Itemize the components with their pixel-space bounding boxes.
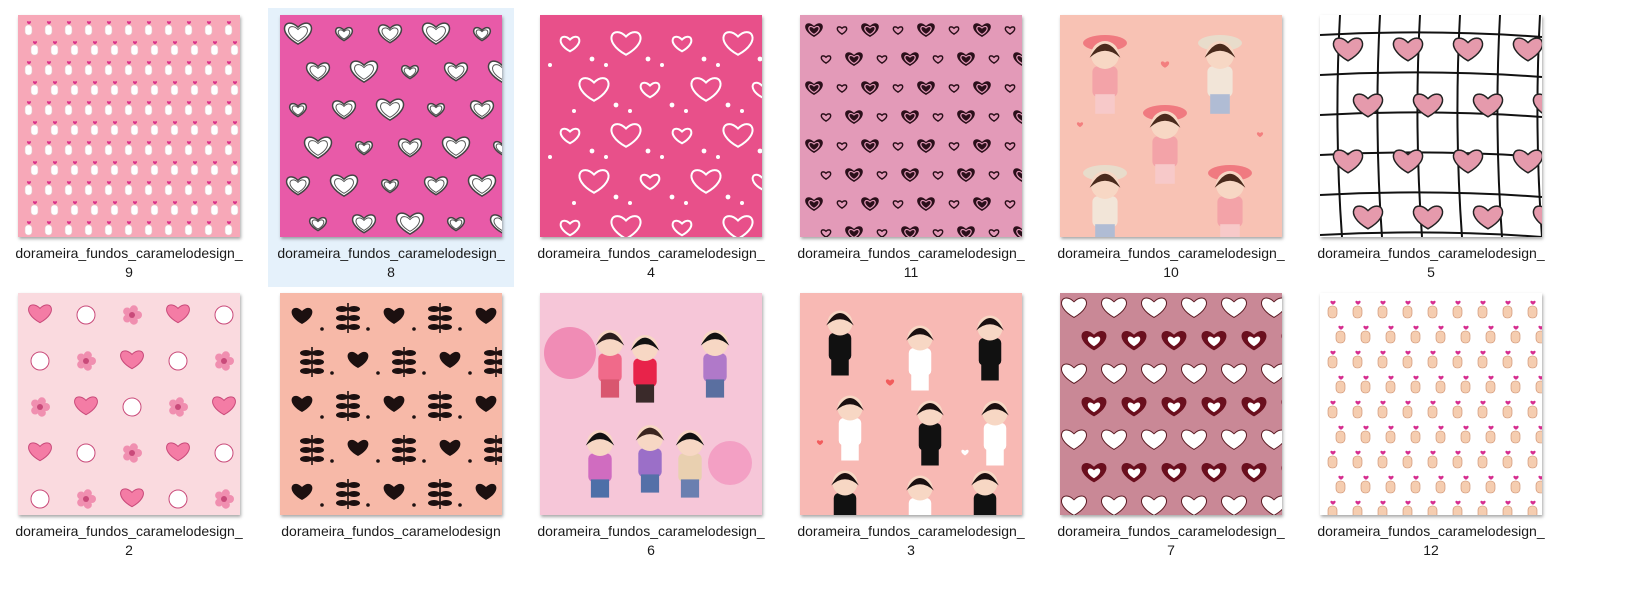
thumbnail-pattern xyxy=(800,15,1022,237)
file-item[interactable]: dorameira_fundos_caramelodesign_ 5 xyxy=(1308,8,1554,287)
image-thumbnail[interactable] xyxy=(280,293,502,515)
thumbnail-pattern xyxy=(1320,15,1542,237)
thumbnail-pattern xyxy=(18,15,240,237)
file-name[interactable]: dorameira_fundos_caramelodesign xyxy=(268,522,514,541)
thumbnail-pattern xyxy=(280,15,502,237)
image-thumbnail[interactable] xyxy=(1320,15,1542,237)
file-name[interactable]: dorameira_fundos_caramelodesign_ 11 xyxy=(788,244,1034,282)
image-thumbnail[interactable] xyxy=(18,15,240,237)
file-name[interactable]: dorameira_fundos_caramelodesign_ 10 xyxy=(1048,244,1294,282)
file-item[interactable]: dorameira_fundos_caramelodesign_ 6 xyxy=(528,286,774,565)
image-thumbnail[interactable] xyxy=(800,15,1022,237)
image-thumbnail[interactable] xyxy=(540,15,762,237)
file-item[interactable]: dorameira_fundos_caramelodesign_ 7 xyxy=(1048,286,1294,565)
thumbnail-pattern xyxy=(18,293,240,515)
image-thumbnail[interactable] xyxy=(540,293,762,515)
thumbnail-pattern xyxy=(1060,15,1282,237)
thumbnail-pattern xyxy=(800,293,1022,515)
image-thumbnail[interactable] xyxy=(1320,293,1542,515)
file-item[interactable]: dorameira_fundos_caramelodesign_ 4 xyxy=(528,8,774,287)
file-name[interactable]: dorameira_fundos_caramelodesign_ 7 xyxy=(1048,522,1294,560)
file-grid: dorameira_fundos_caramelodesign_ 9 dorame… xyxy=(0,0,1627,607)
file-item[interactable]: dorameira_fundos_caramelodesign xyxy=(268,286,514,565)
thumbnail-pattern xyxy=(540,293,762,515)
thumbnail-pattern xyxy=(1320,293,1542,515)
file-item[interactable]: dorameira_fundos_caramelodesign_ 8 xyxy=(268,8,514,287)
image-thumbnail[interactable] xyxy=(280,15,502,237)
file-item[interactable]: dorameira_fundos_caramelodesign_ 10 xyxy=(1048,8,1294,287)
file-item[interactable]: dorameira_fundos_caramelodesign_ 12 xyxy=(1308,286,1554,565)
file-name[interactable]: dorameira_fundos_caramelodesign_ 12 xyxy=(1308,522,1554,560)
file-name[interactable]: dorameira_fundos_caramelodesign_ 3 xyxy=(788,522,1034,560)
thumbnail-pattern xyxy=(1060,293,1282,515)
thumbnail-pattern xyxy=(540,15,762,237)
file-name[interactable]: dorameira_fundos_caramelodesign_ 4 xyxy=(528,244,774,282)
file-name[interactable]: dorameira_fundos_caramelodesign_ 8 xyxy=(268,244,514,282)
thumbnail-pattern xyxy=(280,293,502,515)
image-thumbnail[interactable] xyxy=(1060,15,1282,237)
file-name[interactable]: dorameira_fundos_caramelodesign_ 9 xyxy=(6,244,252,282)
image-thumbnail[interactable] xyxy=(18,293,240,515)
image-thumbnail[interactable] xyxy=(800,293,1022,515)
file-name[interactable]: dorameira_fundos_caramelodesign_ 2 xyxy=(6,522,252,560)
file-name[interactable]: dorameira_fundos_caramelodesign_ 6 xyxy=(528,522,774,560)
file-item[interactable]: dorameira_fundos_caramelodesign_ 11 xyxy=(788,8,1034,287)
file-name[interactable]: dorameira_fundos_caramelodesign_ 5 xyxy=(1308,244,1554,282)
image-thumbnail[interactable] xyxy=(1060,293,1282,515)
file-item[interactable]: dorameira_fundos_caramelodesign_ 3 xyxy=(788,286,1034,565)
file-item[interactable]: dorameira_fundos_caramelodesign_ 2 xyxy=(6,286,252,565)
file-item[interactable]: dorameira_fundos_caramelodesign_ 9 xyxy=(6,8,252,287)
